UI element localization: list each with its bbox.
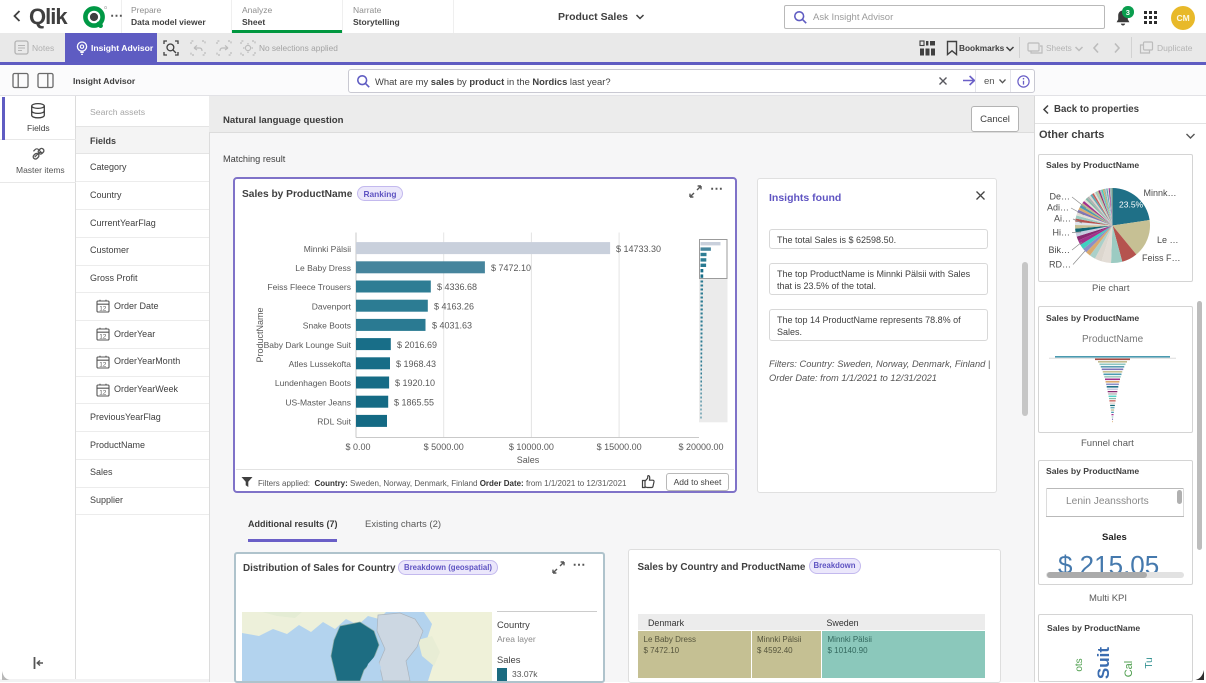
svg-text:RD…: RD… [1049,260,1071,270]
svg-text:Lundenhagen Boots: Lundenhagen Boots [275,378,351,388]
svg-text:RDL Suit: RDL Suit [317,416,351,426]
svg-text:Suit: Suit [1094,647,1113,679]
svg-text:23.5%: 23.5% [1119,200,1144,210]
svg-text:Baby Dark Lounge Suit: Baby Dark Lounge Suit [264,339,352,349]
svg-text:Le …: Le … [1157,235,1179,245]
svg-text:Cal: Cal [1123,661,1135,678]
svg-text:Adi…: Adi… [1047,203,1069,213]
svg-text:De…: De… [1049,192,1070,202]
svg-text:Hi…: Hi… [1053,228,1071,238]
svg-text:ProductName: ProductName [255,307,265,362]
svg-text:$ 4031.63: $ 4031.63 [432,320,472,330]
svg-text:Tu: Tu [1144,657,1155,668]
svg-text:Minnk…: Minnk… [1144,188,1177,198]
svg-text:Sales: Sales [517,455,540,465]
svg-text:$ 7472.10: $ 7472.10 [491,263,531,273]
svg-text:$ 5000.00: $ 5000.00 [424,442,464,452]
svg-text:$ 1920.10: $ 1920.10 [395,378,435,388]
svg-text:$ 20000.00: $ 20000.00 [678,442,723,452]
svg-text:Minnki Pälsii: Minnki Pälsii [304,243,351,253]
svg-text:Davenport: Davenport [312,301,352,311]
svg-text:$ 2016.69: $ 2016.69 [397,339,437,349]
svg-text:12: 12 [99,361,107,368]
svg-text:12: 12 [99,389,107,396]
svg-text:$ 14733.30: $ 14733.30 [616,243,661,253]
svg-text:$ 15000.00: $ 15000.00 [597,442,642,452]
svg-text:12: 12 [99,333,107,340]
svg-text:$ 1968.43: $ 1968.43 [396,359,436,369]
svg-text:Le Baby Dress: Le Baby Dress [295,263,351,273]
svg-text:ots: ots [1074,658,1085,671]
svg-text:12: 12 [99,306,107,313]
svg-text:Bik…: Bik… [1048,245,1070,255]
svg-text:$ 0.00: $ 0.00 [345,442,370,452]
svg-text:$ 4336.68: $ 4336.68 [437,282,477,292]
svg-text:Feiss Fleece Trousers: Feiss Fleece Trousers [267,282,351,292]
svg-text:US-Master Jeans: US-Master Jeans [285,397,351,407]
svg-text:Snake Boots: Snake Boots [303,320,351,330]
svg-text:Atles Lussekofta: Atles Lussekofta [289,359,352,369]
svg-text:$ 10000.00: $ 10000.00 [509,442,554,452]
svg-text:Ai…: Ai… [1054,214,1071,224]
svg-text:$ 4163.26: $ 4163.26 [434,301,474,311]
svg-text:Feiss F…: Feiss F… [1142,253,1181,263]
svg-text:$ 1865.55: $ 1865.55 [394,397,434,407]
